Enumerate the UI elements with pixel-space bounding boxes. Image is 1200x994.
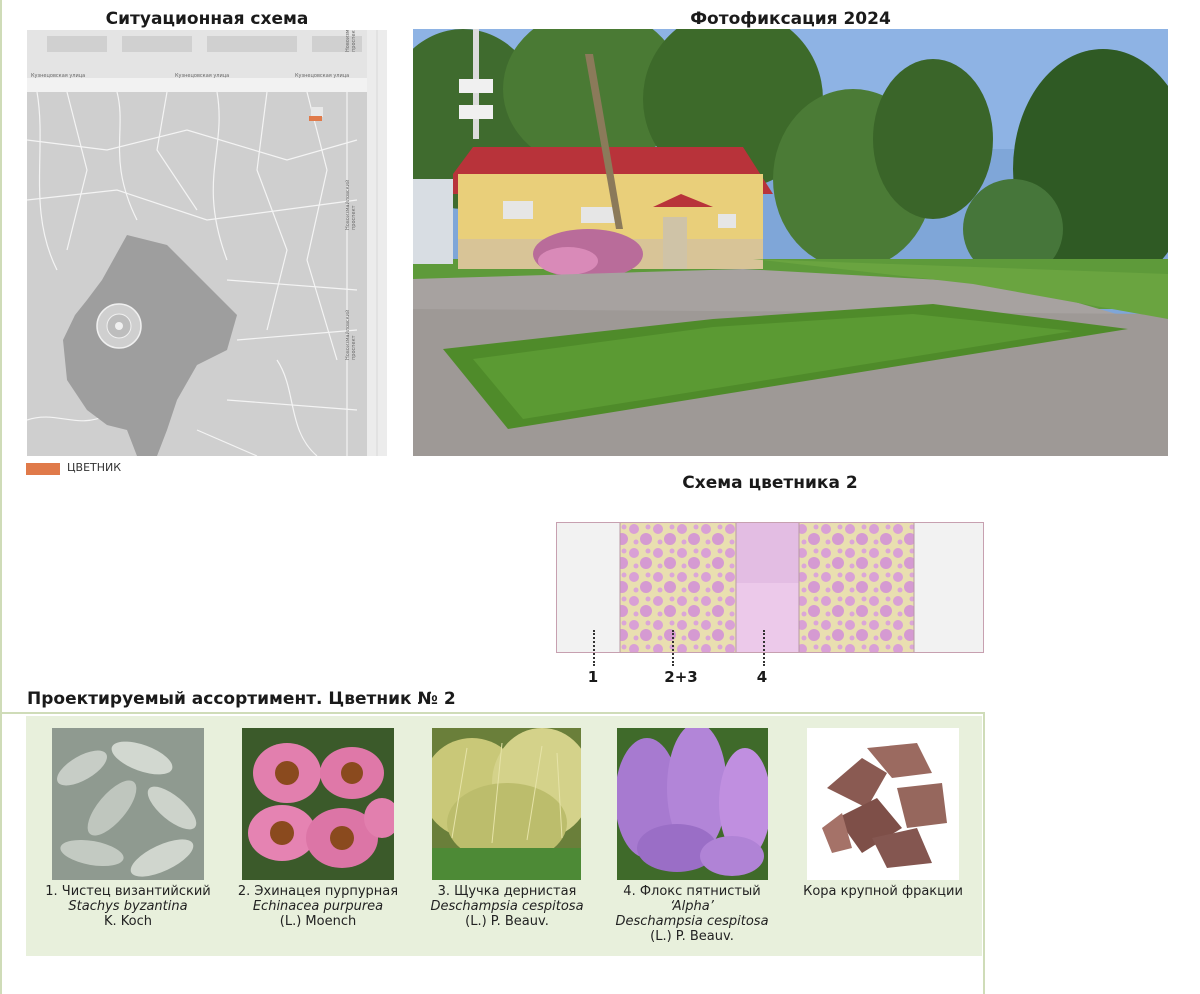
- situation-map: Кузнецовская улица Кузнецовская улица Ку…: [27, 30, 387, 456]
- scheme-marker: 4: [756, 668, 768, 686]
- plant-latin: Deschampsia cespitosa: [615, 914, 769, 929]
- flowerbed-legend-label: ЦВЕТНИК: [67, 461, 122, 474]
- situation-heading: Ситуационная схема: [105, 9, 309, 29]
- street-label: Кузнецовская улица: [295, 73, 350, 79]
- left-border-rule: [0, 0, 2, 994]
- bark-photo: [807, 728, 959, 880]
- plant-latin: Deschampsia cespitosa: [430, 899, 584, 914]
- street-label: Кузнецовская улица: [175, 73, 230, 79]
- section-rule: [0, 712, 985, 714]
- marker-leader-1: [593, 630, 595, 666]
- plant-caption-3: 3. Щучка дернистая Deschampsia cespitosa…: [412, 884, 602, 929]
- plant-caption-4: 4. Флокс пятнистый ‘Alpha’ Deschampsia c…: [597, 884, 787, 944]
- flowerbed-scheme: [556, 522, 984, 653]
- scheme-marker: 1: [587, 668, 599, 686]
- grass-photo: [432, 728, 581, 880]
- bark-name: Кора крупной фракции: [803, 884, 963, 899]
- echinacea-photo: [242, 728, 394, 880]
- plant-author: (L.) P. Beauv.: [465, 914, 549, 929]
- assortment-heading: Проектируемый ассортимент. Цветник № 2: [27, 689, 456, 709]
- section-rule: [983, 712, 985, 994]
- site-photo: [413, 29, 1168, 456]
- plant-name: 2. Эхинацея пурпурная: [237, 884, 399, 899]
- lambs-ear-photo: [52, 728, 204, 880]
- plant-name: 1. Чистец византийский: [45, 884, 211, 899]
- scheme-heading: Схема цветника 2: [682, 473, 858, 493]
- street-label: Новоизмайловский проспект: [345, 179, 357, 230]
- plant-name: 3. Щучка дернистая: [437, 884, 577, 899]
- plant-author: K. Koch: [103, 914, 152, 929]
- plant-name: 4. Флокс пятнистый: [623, 884, 761, 899]
- plant-latin: Echinacea purpurea: [252, 899, 384, 914]
- plant-caption-2: 2. Эхинацея пурпурная Echinacea purpurea…: [223, 884, 413, 929]
- flowerbed-marker: [309, 116, 322, 121]
- phlox-photo: [617, 728, 768, 880]
- marker-leader-2: [672, 630, 674, 666]
- map-drawing: [27, 30, 387, 456]
- street-label: Новоизмайловский проспект: [345, 30, 357, 52]
- street-label: Новоизмайловский проспект: [345, 309, 357, 360]
- flowerbed-legend-swatch: [26, 463, 60, 475]
- site-photo-drawing: [413, 29, 1168, 456]
- plant-author: (L.) P. Beauv.: [650, 929, 734, 944]
- plant-latin: Stachys byzantina: [68, 899, 188, 914]
- scheme-drawing: [557, 523, 983, 652]
- plant-author: (L.) Moench: [279, 914, 357, 929]
- bark-caption: Кора крупной фракции: [788, 884, 978, 899]
- plant-caption-1: 1. Чистец византийский Stachys byzantina…: [33, 884, 223, 929]
- photo-heading: Фотофиксация 2024: [690, 9, 891, 29]
- plant-cultivar: ‘Alpha’: [670, 899, 714, 914]
- marker-leader-3: [763, 630, 765, 666]
- street-label: Кузнецовская улица: [31, 73, 86, 79]
- scheme-marker: 2+3: [664, 668, 698, 686]
